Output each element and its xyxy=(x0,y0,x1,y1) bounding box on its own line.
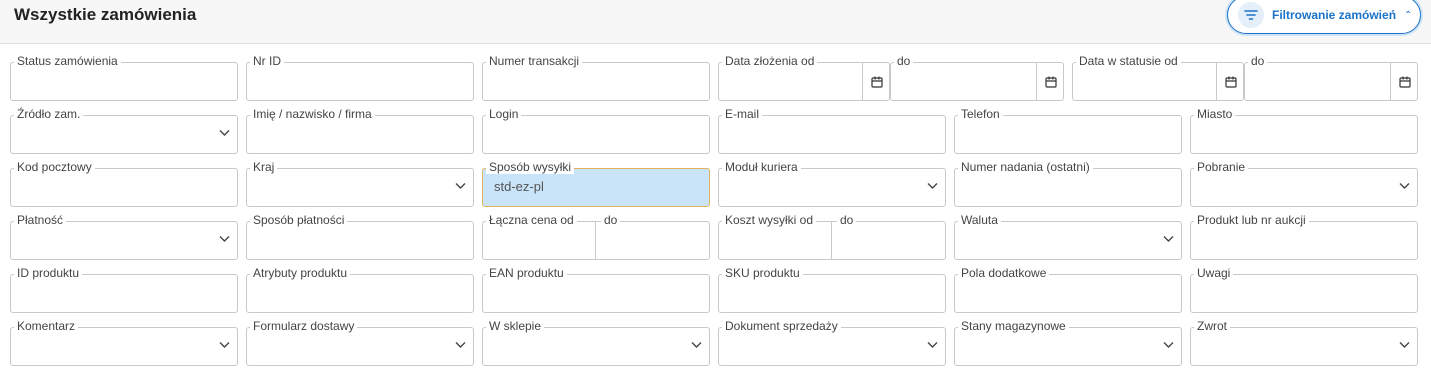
chevron-up-icon: ⌃ xyxy=(1404,9,1413,21)
return-select[interactable]: Zwrot xyxy=(1190,319,1418,366)
filter-button-label: Filtrowanie zamówień xyxy=(1272,8,1397,22)
stock-levels-select[interactable]: Stany magazynowe xyxy=(954,319,1182,366)
chevron-down-icon xyxy=(1399,342,1410,348)
page-title: Wszystkie zamówienia xyxy=(14,5,197,24)
range-divider xyxy=(595,221,596,260)
city-input[interactable]: Miasto xyxy=(1190,107,1418,154)
chevron-down-icon xyxy=(1399,183,1410,189)
comment-select[interactable]: Komentarz xyxy=(10,319,238,366)
shipping-cost-to-label: do xyxy=(837,213,857,227)
calendar-icon[interactable] xyxy=(1216,62,1244,101)
page-header: Wszystkie zamówienia Filtrowanie zamówie… xyxy=(0,0,1431,44)
order-date-from-input[interactable]: Data złożenia od xyxy=(718,54,890,101)
shipping-cost-range[interactable]: Koszt wysyłki od do xyxy=(718,213,946,260)
product-input[interactable]: Produkt lub nr aukcji xyxy=(1190,213,1418,260)
chevron-down-icon xyxy=(1163,236,1174,242)
calendar-icon[interactable] xyxy=(1390,62,1418,101)
cod-select[interactable]: Pobranie xyxy=(1190,160,1418,207)
status-date-to-input[interactable]: do xyxy=(1244,54,1418,101)
chevron-down-icon xyxy=(1163,342,1174,348)
chevron-down-icon xyxy=(219,130,230,136)
in-store-select[interactable]: W sklepie xyxy=(482,319,710,366)
chevron-down-icon xyxy=(219,342,230,348)
sku-input[interactable]: SKU produktu xyxy=(718,266,946,313)
filter-icon xyxy=(1238,2,1264,28)
shipping-method-input[interactable]: Sposób wysyłki std-ez-pl xyxy=(482,160,710,207)
total-to-label: do xyxy=(601,213,621,227)
extra-fields-input[interactable]: Pola dodatkowe xyxy=(954,266,1182,313)
postcode-input[interactable]: Kod pocztowy xyxy=(10,160,238,207)
shipping-method-value: std-ez-pl xyxy=(494,179,544,194)
payment-method-input[interactable]: Sposób płatności xyxy=(246,213,474,260)
total-price-range[interactable]: Łączna cena od do xyxy=(482,213,710,260)
country-select[interactable]: Kraj xyxy=(246,160,474,207)
payment-select[interactable]: Płatność xyxy=(10,213,238,260)
transaction-number-input[interactable]: Numer transakcji xyxy=(482,54,710,101)
chevron-down-icon xyxy=(927,342,938,348)
tracking-number-input[interactable]: Numer nadania (ostatni) xyxy=(954,160,1182,207)
order-filter-toggle-button[interactable]: Filtrowanie zamówień ⌃ xyxy=(1227,0,1421,34)
chevron-down-icon xyxy=(219,236,230,242)
currency-select[interactable]: Waluta xyxy=(954,213,1182,260)
chevron-down-icon xyxy=(927,183,938,189)
delivery-form-select[interactable]: Formularz dostawy xyxy=(246,319,474,366)
notes-input[interactable]: Uwagi xyxy=(1190,266,1418,313)
status-date-from-input[interactable]: Data w statusie od xyxy=(1072,54,1244,101)
phone-input[interactable]: Telefon xyxy=(954,107,1182,154)
order-source-select[interactable]: Źródło zam. xyxy=(10,107,238,154)
login-input[interactable]: Login xyxy=(482,107,710,154)
status-filter[interactable]: Status zamówienia xyxy=(10,54,238,101)
sales-document-select[interactable]: Dokument sprzedaży xyxy=(718,319,946,366)
chevron-down-icon xyxy=(691,342,702,348)
calendar-icon[interactable] xyxy=(1036,62,1064,101)
nr-id-input[interactable]: Nr ID xyxy=(246,54,474,101)
product-attributes-input[interactable]: Atrybuty produktu xyxy=(246,266,474,313)
product-id-input[interactable]: ID produktu xyxy=(10,266,238,313)
calendar-icon[interactable] xyxy=(862,62,890,101)
name-input[interactable]: Imię / nazwisko / firma xyxy=(246,107,474,154)
courier-module-select[interactable]: Moduł kuriera xyxy=(718,160,946,207)
chevron-down-icon xyxy=(455,183,466,189)
ean-input[interactable]: EAN produktu xyxy=(482,266,710,313)
range-divider xyxy=(831,221,832,260)
order-date-to-input[interactable]: do xyxy=(890,54,1064,101)
email-input[interactable]: E-mail xyxy=(718,107,946,154)
chevron-down-icon xyxy=(455,342,466,348)
